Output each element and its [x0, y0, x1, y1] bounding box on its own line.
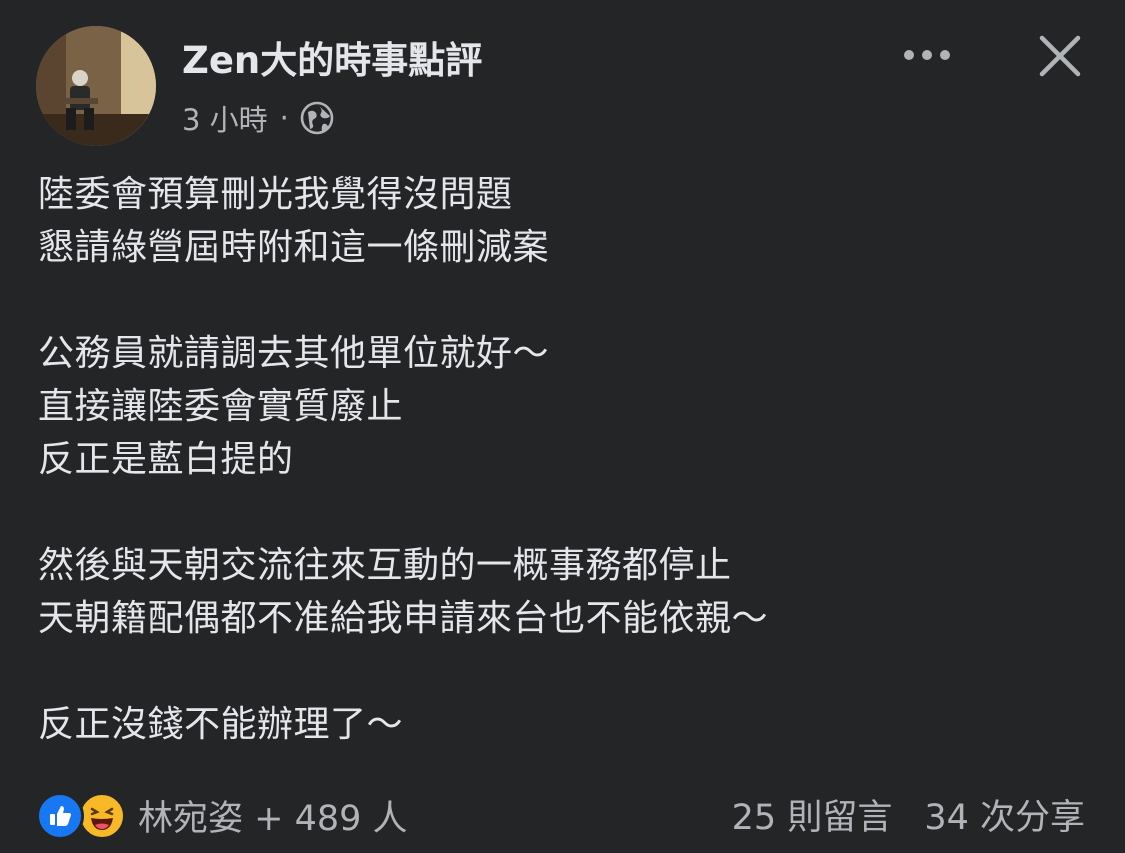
close-icon — [1039, 35, 1081, 77]
post-meta: 3 小時 · — [182, 98, 335, 138]
post-line: 陸委會預算刪光我覺得沒問題 — [38, 174, 513, 215]
avatar-photo — [36, 26, 156, 146]
engagement-stats: 25 則留言 34 次分享 — [732, 790, 1085, 838]
post-text: 陸委會預算刪光我覺得沒問題 懇請綠營屆時附和這一條刪減案 公務員就請調去其他單位… — [38, 168, 1098, 751]
post-line: 然後與天朝交流往來互動的一概事務都停止 — [38, 545, 732, 586]
post-line: 直接讓陸委會實質廢止 — [38, 386, 404, 427]
post-footer: 林宛姿 + 489 人 25 則留言 34 次分享 — [0, 780, 1125, 850]
globe-icon — [299, 100, 335, 136]
avatar[interactable] — [36, 26, 156, 146]
more-options-button[interactable] — [896, 30, 958, 80]
post-line: 公務員就請調去其他單位就好～ — [38, 333, 550, 374]
reactions-count: 林宛姿 + 489 人 — [138, 799, 408, 839]
haha-icon — [78, 791, 126, 840]
shares-count[interactable]: 34 次分享 — [924, 789, 1085, 840]
comments-count[interactable]: 25 則留言 — [732, 789, 893, 840]
like-icon — [36, 791, 84, 840]
post-header: Zen大的時事點評 3 小時 · — [0, 0, 1125, 150]
meta-separator: · — [279, 101, 289, 135]
close-button[interactable] — [1030, 26, 1090, 86]
more-dots-icon — [904, 50, 950, 60]
post-line: 反正沒錢不能辦理了～ — [38, 704, 404, 745]
author-name[interactable]: Zen大的時事點評 — [182, 36, 482, 86]
post-line: 懇請綠營屆時附和這一條刪減案 — [38, 227, 550, 268]
post-time[interactable]: 3 小時 — [182, 97, 268, 139]
reactions-summary[interactable]: 林宛姿 + 489 人 — [36, 790, 408, 841]
post-line: 天朝籍配偶都不准給我申請來台也不能依親～ — [38, 598, 769, 639]
post-line: 反正是藍白提的 — [38, 439, 294, 480]
